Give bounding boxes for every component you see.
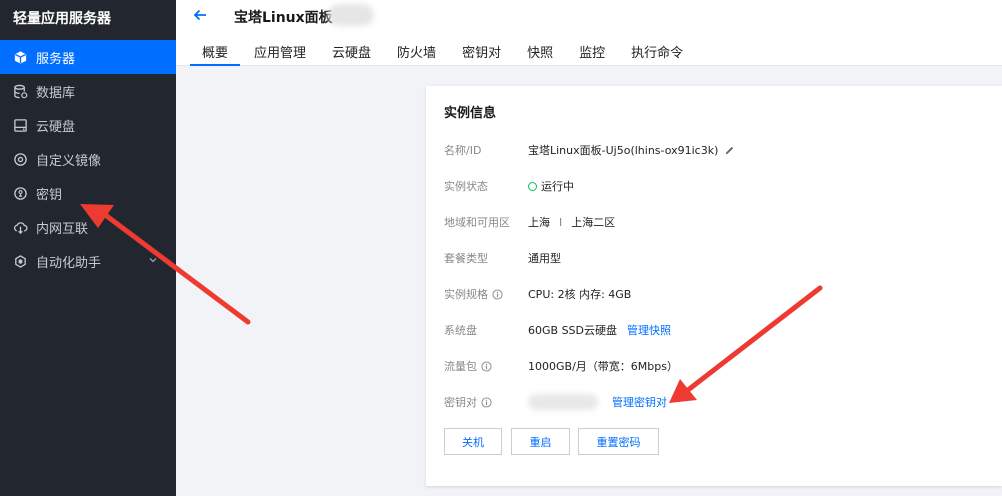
redacted-text bbox=[328, 4, 374, 26]
sidebar-item-cloud-disk[interactable]: 云硬盘 bbox=[0, 108, 176, 142]
sidebar-item-label: 服务器 bbox=[36, 51, 76, 67]
tab-keypair[interactable]: 密钥对 bbox=[450, 38, 513, 66]
row-system-disk: 系统盘 60GB SSD云硬盘 管理快照 bbox=[444, 320, 671, 340]
tab-monitoring[interactable]: 监控 bbox=[567, 38, 617, 66]
restart-button[interactable]: 重启 bbox=[511, 428, 570, 455]
row-label: 地域和可用区 bbox=[444, 216, 510, 229]
robot-icon bbox=[13, 254, 28, 269]
instance-name: 宝塔Linux面板-Uj5o(lhins-ox91ic3k) bbox=[528, 144, 719, 157]
tab-overview[interactable]: 概要 bbox=[190, 38, 241, 66]
tab-run-command[interactable]: 执行命令 bbox=[619, 38, 695, 66]
row-status: 实例状态 运行中 bbox=[444, 176, 574, 196]
row-label-text: 流量包 bbox=[444, 360, 477, 373]
info-icon[interactable] bbox=[492, 288, 503, 300]
info-icon[interactable] bbox=[481, 360, 492, 372]
reset-password-button[interactable]: 重置密码 bbox=[578, 428, 659, 455]
row-value: 上海 I 上海二区 bbox=[528, 214, 615, 230]
shutdown-button[interactable]: 关机 bbox=[444, 428, 502, 455]
row-traffic: 流量包 1000GB/月（带宽：6Mbps） bbox=[444, 356, 678, 376]
key-icon bbox=[13, 186, 28, 201]
redacted-keypair bbox=[528, 394, 598, 410]
row-label: 实例规格 bbox=[444, 286, 528, 302]
region-separator: I bbox=[559, 215, 563, 229]
sidebar-item-servers[interactable]: 服务器 bbox=[0, 40, 176, 74]
disk-value: 60GB SSD云硬盘 bbox=[528, 324, 617, 337]
row-value: 管理密钥对 bbox=[528, 394, 667, 410]
instance-info-card: 实例信息 名称/ID 宝塔Linux面板-Uj5o(lhins-ox91ic3k… bbox=[426, 86, 1002, 486]
row-label-text: 实例规格 bbox=[444, 288, 488, 301]
card-title: 实例信息 bbox=[444, 106, 497, 121]
database-icon bbox=[13, 84, 28, 99]
row-name-id: 名称/ID 宝塔Linux面板-Uj5o(lhins-ox91ic3k) bbox=[444, 140, 735, 160]
sidebar-item-label: 自动化助手 bbox=[36, 255, 102, 271]
info-icon[interactable] bbox=[481, 396, 492, 408]
row-value: 60GB SSD云硬盘 管理快照 bbox=[528, 322, 671, 338]
sidebar: 轻量应用服务器 服务器 数据库 云硬盘 自定义镜像 密钥 内网互联 自动化助手 bbox=[0, 0, 176, 496]
row-keypair: 密钥对 管理密钥对 bbox=[444, 392, 667, 412]
sidebar-item-database[interactable]: 数据库 bbox=[0, 74, 176, 108]
row-label: 流量包 bbox=[444, 358, 528, 374]
sidebar-item-label: 云硬盘 bbox=[36, 119, 76, 135]
running-status-icon bbox=[528, 181, 537, 191]
sidebar-item-label: 密钥 bbox=[36, 187, 63, 203]
row-label: 名称/ID bbox=[444, 144, 482, 157]
tab-cloud-disk[interactable]: 云硬盘 bbox=[320, 38, 383, 66]
sidebar-item-custom-image[interactable]: 自定义镜像 bbox=[0, 142, 176, 176]
image-icon bbox=[13, 152, 28, 167]
sidebar-item-intranet[interactable]: 内网互联 bbox=[0, 210, 176, 244]
back-arrow-icon[interactable] bbox=[192, 7, 208, 23]
row-label: 密钥对 bbox=[444, 394, 528, 410]
row-value: CPU: 2核 内存: 4GB bbox=[528, 288, 632, 301]
sidebar-item-automation[interactable]: 自动化助手 bbox=[0, 244, 176, 278]
row-spec: 实例规格 CPU: 2核 内存: 4GB bbox=[444, 284, 631, 304]
cube-icon bbox=[13, 50, 28, 65]
sidebar-item-label: 自定义镜像 bbox=[36, 153, 102, 169]
row-value: 运行中 bbox=[528, 178, 574, 194]
chevron-down-icon[interactable] bbox=[148, 255, 158, 265]
zone-text: 上海二区 bbox=[571, 216, 616, 229]
row-label-text: 密钥对 bbox=[444, 396, 477, 409]
sidebar-item-label: 数据库 bbox=[36, 85, 76, 101]
edit-pencil-icon[interactable] bbox=[724, 145, 735, 156]
sidebar-title: 轻量应用服务器 bbox=[13, 11, 111, 27]
tab-snapshot[interactable]: 快照 bbox=[515, 38, 565, 66]
row-region: 地域和可用区 上海 I 上海二区 bbox=[444, 212, 615, 232]
row-value: 通用型 bbox=[528, 252, 561, 265]
manage-keypair-link[interactable]: 管理密钥对 bbox=[612, 394, 667, 410]
page-title: 宝塔Linux面板 bbox=[234, 10, 333, 26]
row-value: 1000GB/月（带宽：6Mbps） bbox=[528, 360, 678, 373]
sidebar-item-keys[interactable]: 密钥 bbox=[0, 176, 176, 210]
tab-bar: 概要 应用管理 云硬盘 防火墙 密钥对 快照 监控 执行命令 bbox=[190, 38, 697, 66]
disk-icon bbox=[13, 118, 28, 133]
manage-snapshot-link[interactable]: 管理快照 bbox=[627, 322, 671, 338]
row-label: 系统盘 bbox=[444, 324, 477, 337]
tab-firewall[interactable]: 防火墙 bbox=[385, 38, 448, 66]
status-text: 运行中 bbox=[541, 180, 574, 193]
row-value: 宝塔Linux面板-Uj5o(lhins-ox91ic3k) bbox=[528, 142, 735, 158]
row-label: 实例状态 bbox=[444, 180, 488, 193]
sidebar-item-label: 内网互联 bbox=[36, 221, 89, 237]
tab-app-management[interactable]: 应用管理 bbox=[242, 38, 318, 66]
page-header: 宝塔Linux面板 概要 应用管理 云硬盘 防火墙 密钥对 快照 监控 执行命令 bbox=[176, 0, 1002, 66]
row-plan: 套餐类型 通用型 bbox=[444, 248, 561, 268]
region-text: 上海 bbox=[528, 216, 550, 229]
network-icon bbox=[13, 220, 28, 235]
row-label: 套餐类型 bbox=[444, 252, 488, 265]
